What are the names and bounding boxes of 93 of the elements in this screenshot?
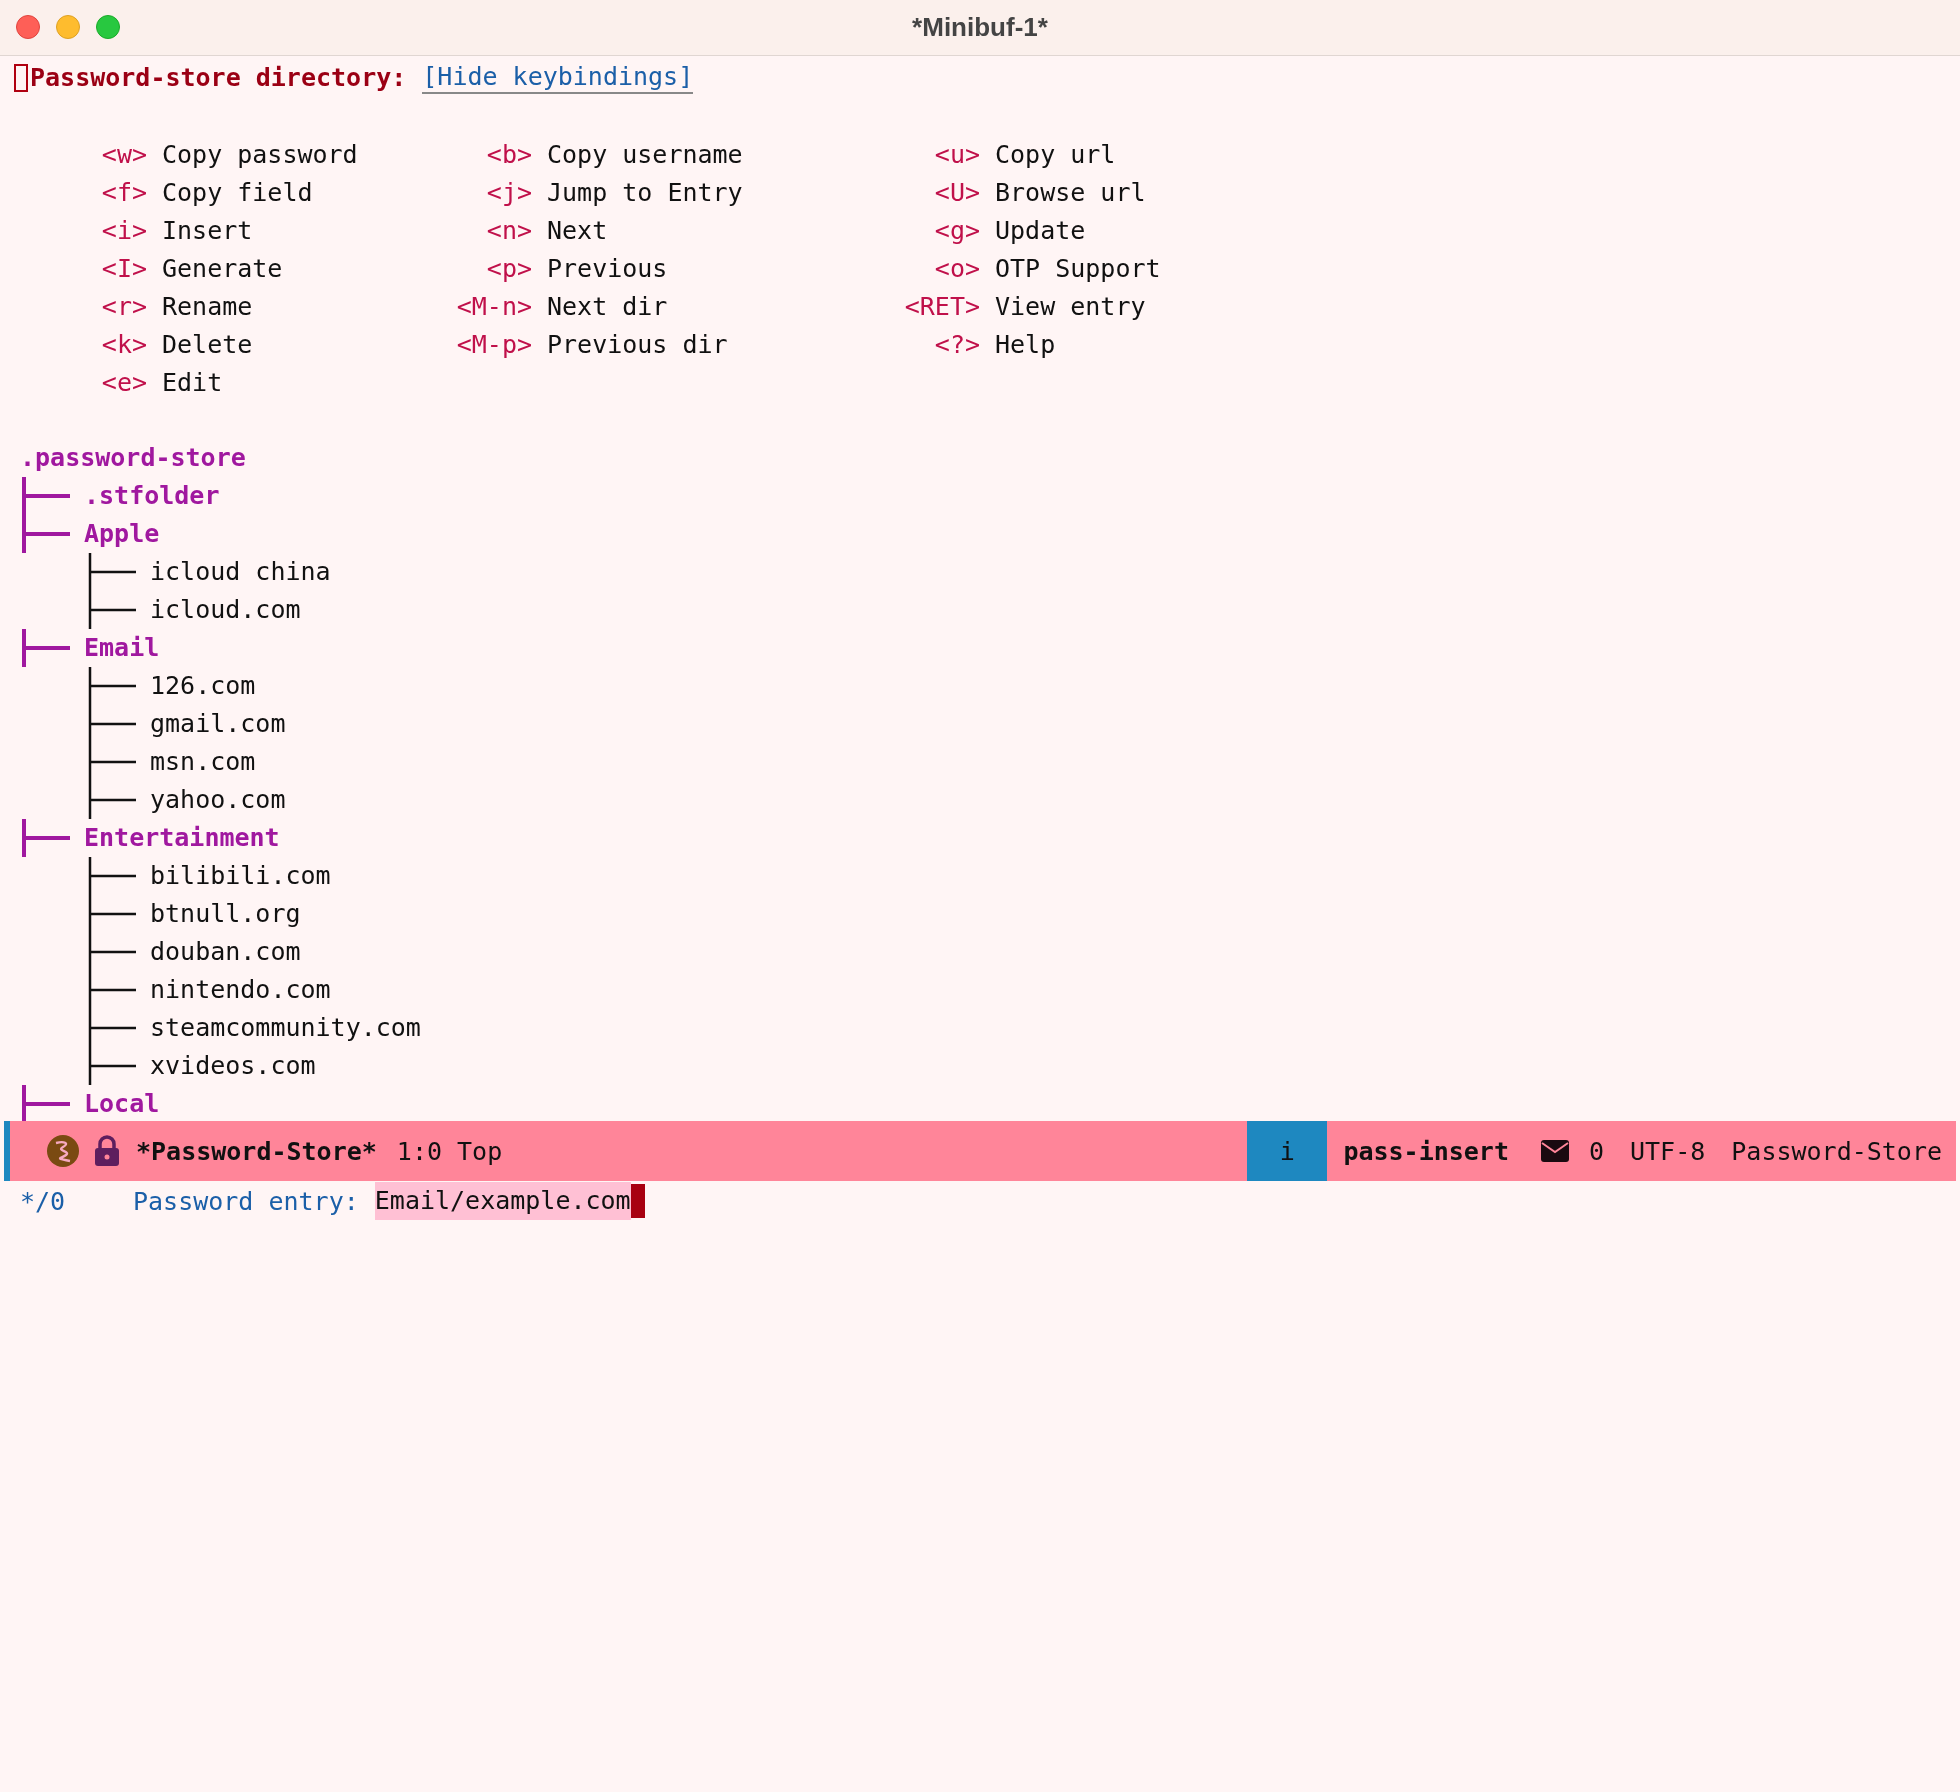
- key-label: <i>: [101, 215, 148, 245]
- entry-name[interactable]: 126.com: [150, 667, 256, 705]
- major-mode-name: Password-Store: [1731, 1136, 1942, 1166]
- mail-count: 0: [1588, 1136, 1604, 1166]
- action-label: Previous: [547, 253, 669, 283]
- key-label: <?>: [934, 329, 981, 359]
- entry-name[interactable]: icloud.com: [150, 591, 301, 629]
- tree-branch-line: [86, 933, 138, 971]
- tree-root: .password-store: [20, 442, 246, 474]
- key-label: <o>: [934, 253, 981, 283]
- entry-name[interactable]: yahoo.com: [150, 781, 286, 819]
- key-label: <j>: [486, 177, 533, 207]
- action-label: Rename: [162, 291, 254, 321]
- lock-icon: [94, 1135, 120, 1167]
- key-label: <U>: [934, 177, 981, 207]
- key-label: <M-p>: [456, 329, 533, 359]
- entry-name[interactable]: icloud china: [150, 553, 331, 591]
- action-label: Update: [995, 215, 1087, 245]
- entry-name[interactable]: msn.com: [150, 743, 256, 781]
- key-label: <b>: [486, 139, 533, 169]
- folder-name[interactable]: Entertainment: [84, 819, 280, 857]
- action-label: Next: [547, 215, 609, 245]
- key-label: <e>: [101, 367, 148, 397]
- tree-branch-line: [20, 819, 72, 857]
- zoom-button[interactable]: [96, 15, 120, 39]
- entry-name[interactable]: steamcommunity.com: [150, 1009, 421, 1047]
- tree-branch-line: [86, 591, 138, 629]
- tree-branch-line: [86, 857, 138, 895]
- tree-branch-line: [86, 743, 138, 781]
- action-label: Help: [995, 329, 1057, 359]
- recursion-depth: */0: [20, 1186, 67, 1216]
- tree-branch-line: [86, 705, 138, 743]
- tree-branch-line: [86, 667, 138, 705]
- tree-branch-line: [86, 553, 138, 591]
- encoding: UTF-8: [1630, 1136, 1706, 1166]
- key-label: <f>: [101, 177, 148, 207]
- action-label: View entry: [995, 291, 1147, 321]
- folder-name[interactable]: .stfolder: [84, 477, 220, 515]
- minibuffer-prompt: Password entry:: [133, 1186, 359, 1216]
- action-label: OTP Support: [995, 253, 1162, 283]
- action-label: Copy url: [995, 139, 1117, 169]
- action-label: Next dir: [547, 291, 669, 321]
- action-label: Previous dir: [547, 329, 729, 359]
- close-button[interactable]: [16, 15, 40, 39]
- tree-branch-line: [86, 1047, 138, 1085]
- window-title: *Minibuf-1*: [912, 12, 1048, 43]
- entry-name[interactable]: gmail.com: [150, 705, 286, 743]
- tree-branch-line: [20, 629, 72, 667]
- tree-branch-line: [20, 515, 72, 553]
- action-label: Browse url: [995, 177, 1147, 207]
- folder-name[interactable]: Apple: [84, 515, 160, 553]
- minimize-button[interactable]: [56, 15, 80, 39]
- key-label: <I>: [101, 253, 148, 283]
- action-label: Edit: [162, 367, 224, 397]
- action-label: Insert: [162, 215, 254, 245]
- tree-branch-line: [86, 971, 138, 1009]
- tree-branch-line: [86, 895, 138, 933]
- key-label: <k>: [101, 329, 148, 359]
- minor-mode-name: pass-insert: [1343, 1136, 1509, 1166]
- cursor: [14, 64, 28, 92]
- key-label: <u>: [934, 139, 981, 169]
- entry-name[interactable]: douban.com: [150, 933, 301, 971]
- key-label: <g>: [934, 215, 981, 245]
- folder-name[interactable]: Local: [84, 1085, 160, 1121]
- mail-icon: [1540, 1140, 1569, 1162]
- tree-branch-line: [20, 1085, 72, 1121]
- tree-branch-line: [86, 1009, 138, 1047]
- emacs-logo-icon: [46, 1134, 80, 1168]
- action-label: Copy field: [162, 177, 314, 207]
- tree-branch-line: [86, 781, 138, 819]
- input-field[interactable]: Email/example.com: [374, 1182, 631, 1220]
- entry-name[interactable]: nintendo.com: [150, 971, 331, 1009]
- key-label: <w>: [101, 139, 148, 169]
- action-label: Copy username: [547, 139, 744, 169]
- tree-branch-line: [20, 477, 72, 515]
- entry-name[interactable]: bilibili.com: [150, 857, 331, 895]
- action-label: Delete: [162, 329, 254, 359]
- entry-name[interactable]: xvideos.com: [150, 1047, 316, 1085]
- key-label: <r>: [101, 291, 148, 321]
- buffer-heading: Password-store directory:: [30, 62, 407, 94]
- buffer-name: *Password-Store*: [136, 1136, 377, 1166]
- folder-name[interactable]: Email: [84, 629, 160, 667]
- evil-state-indicator: i: [1247, 1121, 1328, 1181]
- hide-keybindings-link[interactable]: [Hide keybindings]: [422, 62, 694, 94]
- key-label: <n>: [486, 215, 533, 245]
- entry-name[interactable]: btnull.org: [150, 895, 301, 933]
- cursor-position: 1:0 Top: [396, 1136, 503, 1166]
- key-label: <p>: [486, 253, 533, 283]
- key-label: <RET>: [904, 291, 981, 321]
- action-label: Copy password: [162, 139, 359, 169]
- action-label: Generate: [162, 253, 284, 283]
- key-label: <M-n>: [456, 291, 533, 321]
- action-label: Jump to Entry: [547, 177, 744, 207]
